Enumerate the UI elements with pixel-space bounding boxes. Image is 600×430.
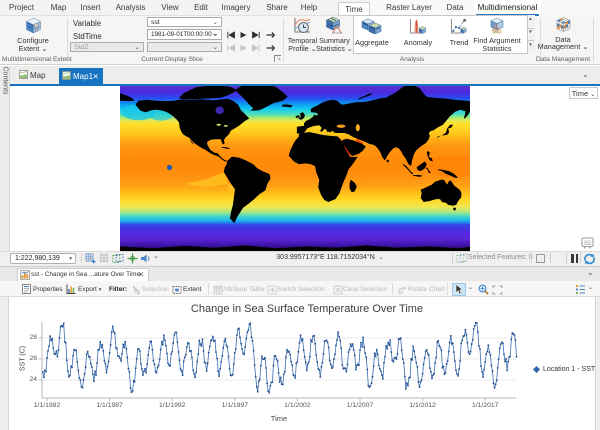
- svg-text:DML: DML: [494, 29, 500, 33]
